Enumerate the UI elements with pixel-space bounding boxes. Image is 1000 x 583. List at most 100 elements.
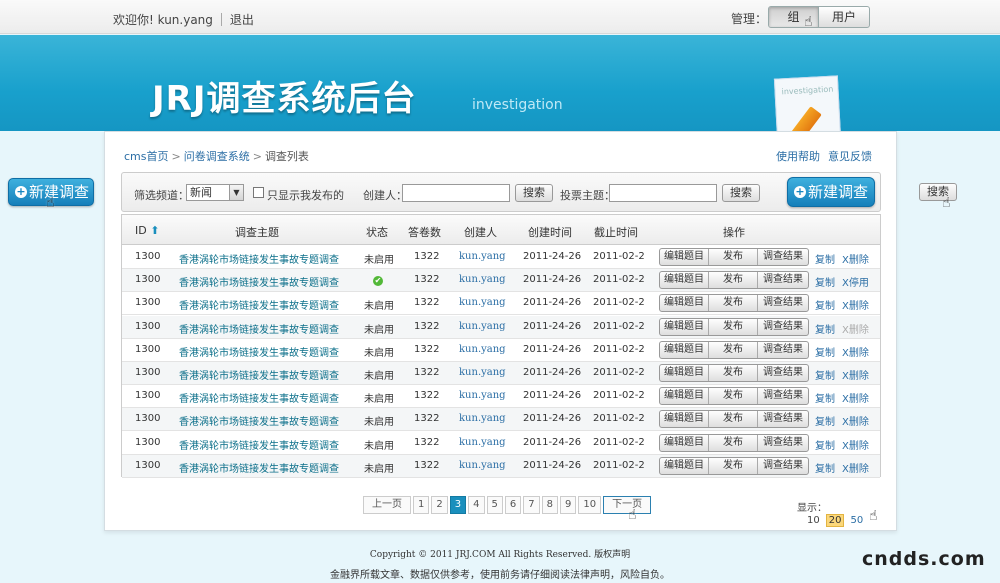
only-mine-label: 只显示我发布的 [267,189,344,202]
results-button[interactable]: 调查结果 [758,272,808,288]
row-subject-link[interactable]: 香港涡轮市场链接发生事故专题调查 [179,460,339,475]
publish-button[interactable]: 发布 [709,341,758,358]
prev-page-button[interactable]: 上一页 [363,496,411,514]
row-subject-link[interactable]: 香港涡轮市场链接发生事故专题调查 [179,413,339,428]
copy-link[interactable]: 复制 [815,251,835,266]
copy-link[interactable]: 复制 [815,367,835,382]
channel-label: 筛选频道： [134,189,189,202]
results-button[interactable]: 调查结果 [758,365,808,381]
page-4-button[interactable]: 4 [468,496,485,514]
row-action-link[interactable]: X删除 [842,344,869,359]
copy-link[interactable]: 复制 [815,321,835,336]
only-mine-checkbox[interactable] [253,187,264,198]
creator-input[interactable] [402,184,510,202]
row-subject-link[interactable]: 香港涡轮市场链接发生事故专题调查 [179,251,339,266]
row-action-link[interactable]: X删除 [842,437,869,452]
top-bar: 欢迎你! kun.yang 退出 管理： 组 用户 [0,0,1000,34]
creator-label: 创建人： [363,189,407,202]
status-text: 未启用 [364,255,394,266]
publish-button[interactable]: 发布 [709,365,758,381]
subject-input[interactable] [609,184,717,202]
page-1-button[interactable]: 1 [413,496,430,514]
row-subject-link[interactable]: 香港涡轮市场链接发生事故专题调查 [179,367,339,382]
row-subject-link[interactable]: 香港涡轮市场链接发生事故专题调查 [179,344,339,359]
copy-link[interactable]: 复制 [815,390,835,405]
row-subject-link[interactable]: 香港涡轮市场链接发生事故专题调查 [179,274,339,289]
results-button[interactable]: 调查结果 [758,295,808,311]
row-action-link[interactable]: X删除 [842,390,869,405]
row-id: 1300 [135,343,161,355]
tab-user[interactable]: 用户 [819,7,869,27]
publish-button[interactable]: 发布 [709,318,758,335]
row-created: 2011-24-26 [523,320,582,332]
publish-button[interactable]: 发布 [709,295,758,312]
results-button[interactable]: 调查结果 [758,458,808,474]
channel-select[interactable]: 新闻 ▼ [186,184,244,201]
breadcrumb-survey-system[interactable]: 问卷调查系统 [184,150,250,163]
row-subject-link[interactable]: 香港涡轮市场链接发生事故专题调查 [179,390,339,405]
page-size-10[interactable]: 10 [805,515,822,526]
row-action-link[interactable]: X删除 [842,413,869,428]
edit-questions-button[interactable]: 编辑题目 [660,457,709,474]
edit-questions-button[interactable]: 编辑题目 [660,295,709,312]
edit-questions-button[interactable]: 编辑题目 [660,249,709,265]
results-button[interactable]: 调查结果 [758,411,808,427]
subject-search-button[interactable]: 搜索 [722,184,760,202]
page-9-button[interactable]: 9 [560,496,577,514]
edit-questions-button[interactable]: 编辑题目 [660,411,709,428]
copy-link[interactable]: 复制 [815,297,835,312]
chevron-down-icon: ▼ [229,185,243,200]
publish-button[interactable]: 发布 [709,434,758,451]
row-action-link[interactable]: X删除 [842,251,869,266]
page-5-button[interactable]: 5 [486,496,503,514]
publish-button[interactable]: 发布 [709,249,758,265]
creator-search-button[interactable]: 搜索 [515,184,553,202]
help-link[interactable]: 使用帮助 [776,150,820,163]
header-id[interactable]: ID ⬆ [135,224,159,237]
page-6-button[interactable]: 6 [504,496,522,514]
row-subject-link[interactable]: 香港涡轮市场链接发生事故专题调查 [179,321,339,336]
page-8-button[interactable]: 8 [541,496,558,514]
results-button[interactable]: 调查结果 [758,435,808,451]
page-2-button[interactable]: 2 [431,496,448,514]
edit-questions-button[interactable]: 编辑题目 [660,388,709,405]
edit-questions-button[interactable]: 编辑题目 [660,434,709,451]
page-size-20[interactable]: 20 [825,514,845,527]
row-action-link[interactable]: X删除 [842,367,869,382]
edit-questions-button[interactable]: 编辑题目 [660,365,709,381]
status-text: 未启用 [364,394,394,406]
logout-link[interactable]: 退出 [230,13,254,27]
copy-link[interactable]: 复制 [815,344,835,359]
breadcrumb-home[interactable]: cms首页 [124,150,169,163]
pagination: 上一页 1 2 3 4 5 6 7 8 9 10 下一页 [363,496,652,514]
results-button[interactable]: 调查结果 [758,342,808,358]
page-size-options: 10 20 50 [799,514,867,527]
row-subject-link[interactable]: 香港涡轮市场链接发生事故专题调查 [179,437,339,452]
row-action-link[interactable]: X停用 [842,274,869,289]
results-button[interactable]: 调查结果 [758,388,808,404]
publish-button[interactable]: 发布 [709,388,758,405]
results-button[interactable]: 调查结果 [758,249,808,265]
page-3-button[interactable]: 3 [449,496,467,514]
row-creator: kun.yang [459,413,506,425]
row-action-link[interactable]: X删除 [842,460,869,475]
edit-questions-button[interactable]: 编辑题目 [660,318,709,335]
results-button[interactable]: 调查结果 [758,319,808,335]
copy-link[interactable]: 复制 [815,413,835,428]
publish-button[interactable]: 发布 [709,457,758,474]
publish-button[interactable]: 发布 [709,272,758,289]
page-size-50[interactable]: 50 [848,515,865,526]
edit-questions-button[interactable]: 编辑题目 [660,341,709,358]
copy-link[interactable]: 复制 [815,437,835,452]
page-7-button[interactable]: 7 [523,496,540,514]
row-subject-link[interactable]: 香港涡轮市场链接发生事故专题调查 [179,297,339,312]
copy-link[interactable]: 复制 [815,274,835,289]
publish-button[interactable]: 发布 [709,411,758,428]
row-action-link[interactable]: X删除 [842,297,869,312]
feedback-link[interactable]: 意见反馈 [828,150,872,163]
new-survey-button[interactable]: + 新建调查 [787,177,875,207]
copy-link[interactable]: 复制 [815,460,835,475]
edit-questions-button[interactable]: 编辑题目 [660,272,709,289]
row-id: 1300 [135,297,161,309]
page-10-button[interactable]: 10 [578,496,602,514]
